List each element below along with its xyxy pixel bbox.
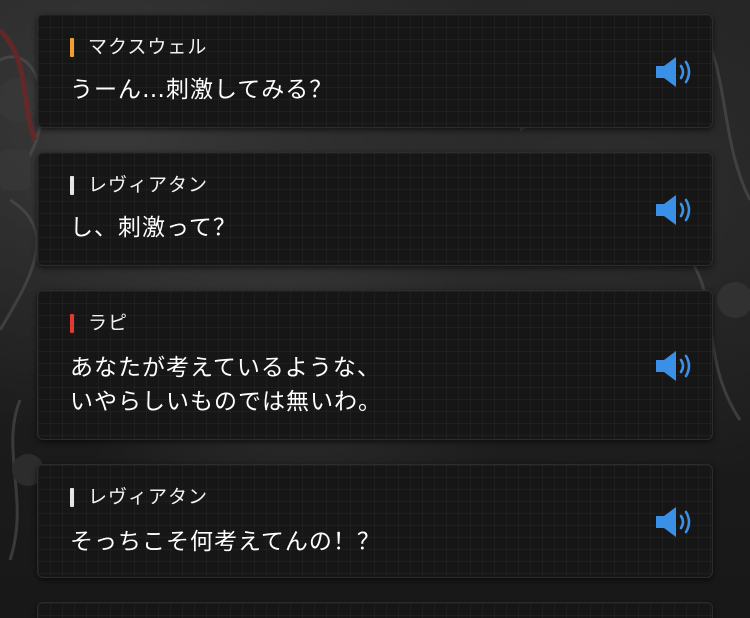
speaker-row: レヴィアタン	[70, 485, 208, 509]
dialogue-text: あなたが考えているような、 いやらしいものでは無いわ。	[70, 355, 382, 415]
voice-play-button[interactable]	[654, 55, 696, 89]
dialogue-entry-partial	[37, 602, 713, 618]
dialogue-text: うーん…刺激してみる？	[70, 77, 334, 103]
dialogue-log-screen: マクスウェル うーん…刺激してみる？ レヴィアタン し、刺激って？ ラピ あなた…	[0, 0, 750, 618]
dialogue-entry: レヴィアタン し、刺激って？	[37, 152, 713, 266]
speaker-row: マクスウェル	[70, 35, 207, 59]
speaker-name: レヴィアタン	[88, 486, 209, 508]
speaker-name: ラピ	[88, 312, 129, 334]
voice-play-button[interactable]	[654, 505, 696, 539]
speaker-volume-icon	[656, 507, 691, 537]
voice-play-button[interactable]	[654, 349, 696, 383]
voice-play-button[interactable]	[654, 193, 696, 227]
speaker-volume-icon	[656, 195, 691, 225]
dialogue-entry: ラピ あなたが考えているような、 いやらしいものでは無いわ。	[37, 290, 713, 440]
dialogue-text: し、刺激って？	[70, 215, 237, 241]
speaker-color-bar	[70, 487, 74, 507]
dialogue-text: そっちこそ何考えてんの！？	[70, 529, 381, 555]
speaker-volume-icon	[656, 351, 691, 381]
speaker-color-bar	[70, 175, 74, 195]
dialogue-entry: マクスウェル うーん…刺激してみる？	[37, 14, 713, 128]
speaker-row: ラピ	[70, 311, 128, 335]
speaker-row: レヴィアタン	[70, 173, 208, 197]
dialogue-entry: レヴィアタン そっちこそ何考えてんの！？	[37, 464, 713, 578]
speaker-volume-icon	[656, 57, 691, 87]
speaker-color-bar	[70, 37, 74, 57]
speaker-name: レヴィアタン	[88, 174, 209, 196]
speaker-color-bar	[70, 313, 74, 333]
speaker-name: マクスウェル	[88, 36, 208, 58]
